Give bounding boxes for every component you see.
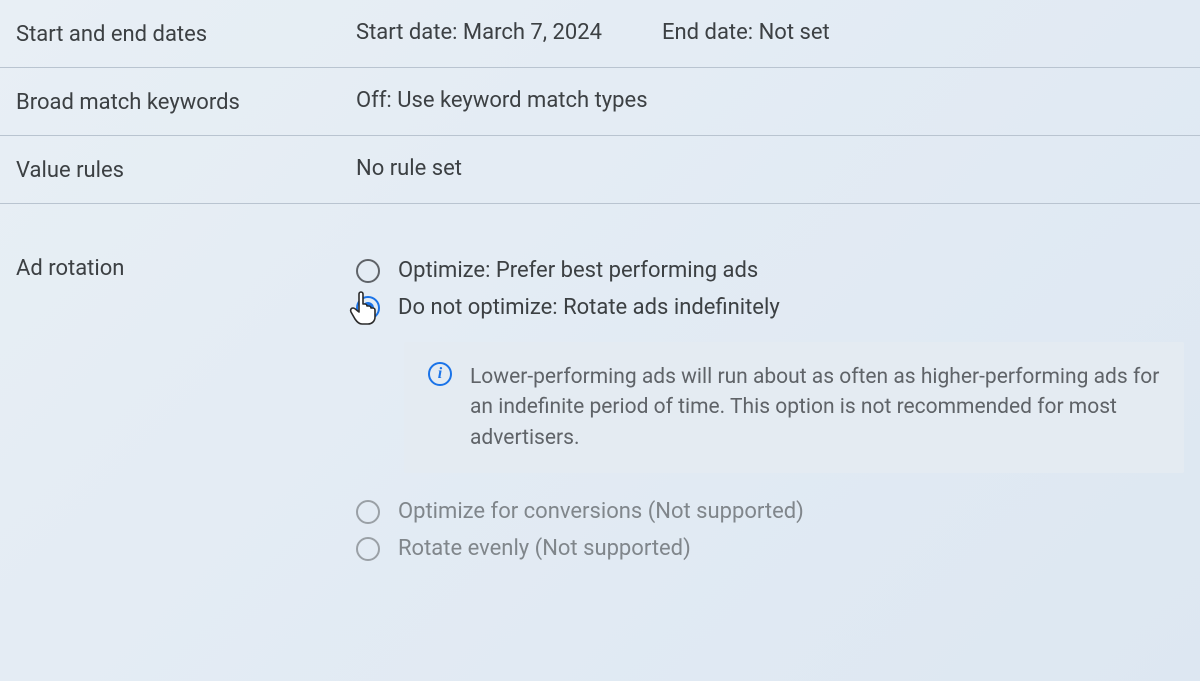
value-end-date: End date: Not set [662,20,830,45]
radio-icon [356,259,380,283]
row-start-end-dates[interactable]: Start and end dates Start date: March 7,… [0,0,1200,68]
info-box: i Lower-performing ads will run about as… [404,342,1184,473]
radio-optimize[interactable]: Optimize: Prefer best performing ads [356,254,1184,287]
value-broad-match: Off: Use keyword match types [356,88,1184,113]
info-icon: i [428,362,452,386]
label-value-rules: Value rules [16,156,356,183]
radio-icon-selected [356,296,380,320]
radio-optimize-conversions: Optimize for conversions (Not supported) [356,495,1184,528]
value-value-rules: No rule set [356,156,1184,181]
radio-label-no-optimize: Do not optimize: Rotate ads indefinitely [398,295,780,320]
row-ad-rotation: Ad rotation Optimize: Prefer best perfor… [0,234,1200,585]
label-broad-match: Broad match keywords [16,88,356,115]
row-value-rules[interactable]: Value rules No rule set [0,136,1200,204]
ad-rotation-radio-group: Optimize: Prefer best performing ads Do … [356,254,1184,565]
info-text: Lower-performing ads will run about as o… [470,362,1160,453]
label-start-end-dates: Start and end dates [16,20,356,47]
radio-icon-disabled [356,500,380,524]
radio-label-conversions: Optimize for conversions (Not supported) [398,499,804,524]
row-broad-match[interactable]: Broad match keywords Off: Use keyword ma… [0,68,1200,136]
radio-label-optimize: Optimize: Prefer best performing ads [398,258,758,283]
radio-label-evenly: Rotate evenly (Not supported) [398,536,691,561]
radio-do-not-optimize[interactable]: Do not optimize: Rotate ads indefinitely [356,291,1184,324]
value-start-date: Start date: March 7, 2024 [356,20,602,45]
radio-icon-disabled [356,537,380,561]
label-ad-rotation: Ad rotation [16,254,356,281]
radio-rotate-evenly: Rotate evenly (Not supported) [356,532,1184,565]
